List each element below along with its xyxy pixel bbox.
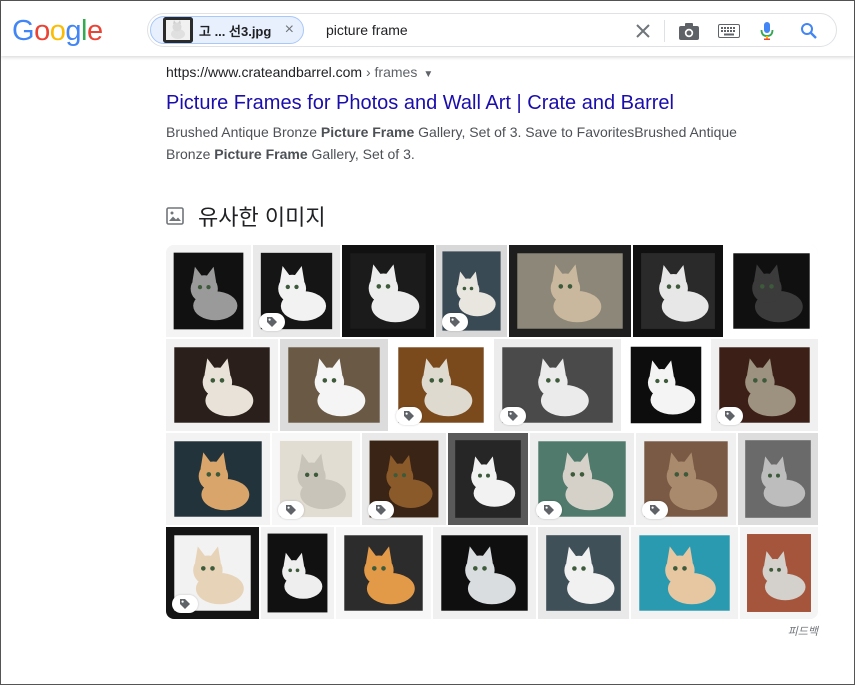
result-url[interactable]: https://www.crateandbarrel.com › frames ▼ — [166, 63, 766, 84]
microphone-icon[interactable] — [755, 19, 779, 43]
google-logo[interactable]: Google — [12, 15, 103, 48]
image-icon — [166, 207, 184, 225]
product-tag-icon — [442, 313, 468, 331]
similar-image-thumbnail[interactable] — [253, 245, 340, 337]
feedback-link[interactable]: 피드백 — [788, 623, 818, 639]
result-title-link[interactable]: Picture Frames for Photos and Wall Art |… — [166, 90, 766, 116]
similar-image-thumbnail[interactable] — [538, 527, 629, 619]
image-row — [166, 245, 818, 337]
similar-images-grid — [166, 245, 818, 619]
camera-icon[interactable] — [677, 19, 701, 43]
product-tag-icon — [368, 501, 394, 519]
similar-image-thumbnail[interactable] — [725, 245, 818, 337]
similar-image-thumbnail[interactable] — [280, 339, 388, 431]
logo-letter: g — [65, 15, 81, 47]
snippet-highlight: Picture Frame — [320, 124, 415, 140]
similar-image-thumbnail[interactable] — [261, 527, 334, 619]
snippet-highlight: Picture Frame — [214, 146, 308, 162]
result-menu-caret-icon[interactable]: ▼ — [423, 69, 433, 80]
product-tag-icon — [259, 313, 285, 331]
similar-image-thumbnail[interactable] — [362, 433, 446, 525]
similar-image-thumbnail[interactable] — [336, 527, 431, 619]
similar-image-thumbnail[interactable] — [342, 245, 434, 337]
chip-label: 고 ... 선3.jpg — [199, 23, 272, 39]
result-url-crumb: › frames — [362, 64, 418, 80]
similar-image-thumbnail[interactable] — [738, 433, 818, 525]
similar-image-thumbnail[interactable] — [711, 339, 818, 431]
logo-letter: G — [12, 15, 35, 47]
image-row — [166, 433, 818, 525]
clear-icon[interactable] — [631, 19, 655, 43]
search-icon[interactable] — [797, 19, 821, 43]
similar-image-thumbnail[interactable] — [390, 339, 492, 431]
search-box-divider — [664, 20, 665, 42]
image-query-chip[interactable]: 고 ... 선3.jpg × — [150, 16, 304, 44]
similar-image-thumbnail[interactable] — [272, 433, 360, 525]
similar-image-thumbnail[interactable] — [166, 527, 259, 619]
search-box[interactable]: 고 ... 선3.jpg × picture frame — [147, 13, 837, 47]
chip-close-icon[interactable]: × — [285, 21, 294, 39]
search-query-text[interactable]: picture frame — [326, 22, 408, 38]
snippet-text: Gallery, Set of 3. — [307, 146, 415, 162]
product-tag-icon — [278, 501, 304, 519]
similar-image-thumbnail[interactable] — [740, 527, 818, 619]
logo-letter: e — [86, 15, 103, 47]
similar-image-thumbnail[interactable] — [448, 433, 528, 525]
similar-image-thumbnail[interactable] — [166, 339, 278, 431]
similar-image-thumbnail[interactable] — [509, 245, 631, 337]
similar-image-thumbnail[interactable] — [166, 433, 270, 525]
product-tag-icon — [536, 501, 562, 519]
search-header: Google 고 ... 선3.jpg × picture frame — [1, 1, 854, 56]
result-url-domain: https://www.crateandbarrel.com — [166, 64, 363, 80]
similar-image-thumbnail[interactable] — [166, 245, 251, 337]
similar-images-heading: 유사한 이미지 — [166, 200, 326, 232]
similar-image-thumbnail[interactable] — [530, 433, 634, 525]
product-tag-icon — [642, 501, 668, 519]
logo-letter: o — [49, 15, 66, 47]
product-tag-icon — [396, 407, 422, 425]
similar-image-thumbnail[interactable] — [633, 245, 723, 337]
query-image-thumbnail — [163, 17, 193, 43]
similar-images-title: 유사한 이미지 — [198, 205, 326, 230]
similar-image-thumbnail[interactable] — [631, 527, 738, 619]
similar-image-thumbnail[interactable] — [494, 339, 621, 431]
similar-image-thumbnail[interactable] — [623, 339, 709, 431]
result-snippet: Brushed Antique Bronze Picture Frame Gal… — [166, 121, 766, 165]
similar-image-thumbnail[interactable] — [636, 433, 736, 525]
logo-letter: o — [34, 15, 50, 47]
search-result: https://www.crateandbarrel.com › frames ▼… — [166, 63, 766, 165]
similar-image-thumbnail[interactable] — [436, 245, 507, 337]
product-tag-icon — [500, 407, 526, 425]
similar-image-thumbnail[interactable] — [433, 527, 536, 619]
keyboard-icon[interactable] — [717, 19, 741, 43]
snippet-text: Brushed Antique Bronze — [166, 124, 321, 140]
product-tag-icon — [717, 407, 743, 425]
product-tag-icon — [172, 595, 198, 613]
image-row — [166, 527, 818, 619]
image-row — [166, 339, 818, 431]
